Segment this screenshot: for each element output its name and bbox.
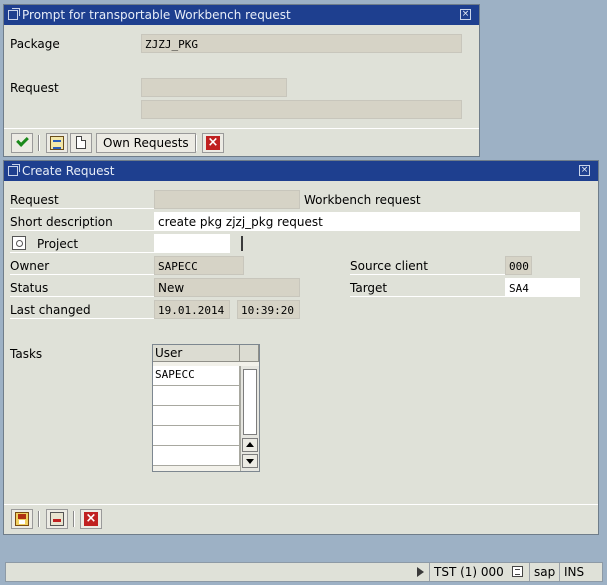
- save-icon: [15, 512, 29, 526]
- status-field: New: [154, 278, 300, 297]
- request-label: Request: [10, 191, 154, 209]
- table-row[interactable]: [153, 406, 240, 426]
- close-icon[interactable]: ×: [579, 165, 590, 176]
- arrow-down-icon: [246, 459, 254, 464]
- request-list-button[interactable]: [46, 133, 68, 153]
- last-changed-date-field: 19.01.2014: [154, 300, 230, 319]
- save-button[interactable]: [11, 509, 33, 529]
- cancel-icon: ×: [206, 135, 220, 150]
- prompt-request-field[interactable]: [141, 78, 287, 97]
- status-bar: TST (1) 000 sap INS: [5, 562, 603, 582]
- cancel-create-button[interactable]: ×: [80, 509, 102, 529]
- table-row[interactable]: [153, 426, 240, 446]
- scroll-down-button[interactable]: [242, 454, 258, 468]
- package-field[interactable]: ZJZJ_PKG: [141, 34, 462, 53]
- list-icon: [50, 136, 64, 150]
- prompt-request-label: Request: [10, 81, 59, 95]
- create-request-titlebar[interactable]: Create Request ×: [4, 161, 598, 181]
- prompt-dialog-toolbar: Own Requests ×: [4, 128, 479, 156]
- last-changed-label: Last changed: [10, 301, 154, 319]
- column-settings-header[interactable]: [240, 345, 259, 362]
- create-request-button[interactable]: [70, 133, 92, 153]
- owner-label: Owner: [10, 257, 154, 275]
- source-client-field: 000: [505, 256, 532, 275]
- create-request-toolbar: ×: [4, 504, 598, 532]
- tasks-table: User SAPECC: [152, 344, 260, 472]
- system-info: TST (1) 000: [429, 563, 529, 581]
- details-icon[interactable]: [512, 566, 523, 577]
- prompt-dialog-titlebar[interactable]: Prompt for transportable Workbench reque…: [4, 5, 479, 25]
- system-info-text: TST (1) 000: [434, 565, 504, 579]
- server-name: sap: [529, 563, 559, 581]
- owner-field: SAPECC: [154, 256, 244, 275]
- text-cursor: [241, 236, 243, 251]
- confirm-button[interactable]: [11, 133, 33, 153]
- project-label: Project: [10, 235, 154, 253]
- status-label: Status: [10, 279, 154, 297]
- delete-task-button[interactable]: [46, 509, 68, 529]
- user-column-header[interactable]: User: [153, 345, 240, 362]
- new-document-icon: [76, 136, 86, 149]
- cancel-button[interactable]: ×: [202, 133, 224, 153]
- window-icon: [8, 166, 18, 176]
- window-icon: [8, 10, 18, 20]
- check-icon: [16, 134, 29, 147]
- request-type-text: Workbench request: [304, 193, 421, 207]
- table-row[interactable]: [153, 386, 240, 406]
- arrow-up-icon: [246, 442, 254, 447]
- target-input[interactable]: SA4: [505, 278, 580, 297]
- toolbar-separator: [195, 135, 197, 151]
- target-label: Target: [350, 279, 505, 297]
- toolbar-separator: [73, 511, 75, 527]
- table-row[interactable]: SAPECC: [153, 366, 240, 386]
- delete-line-icon: [50, 512, 64, 526]
- short-description-input[interactable]: create pkg zjzj_pkg request: [154, 212, 580, 231]
- create-request-title: Create Request: [22, 164, 115, 178]
- prompt-dialog-title: Prompt for transportable Workbench reque…: [22, 8, 291, 22]
- close-icon[interactable]: ×: [460, 9, 471, 20]
- play-icon[interactable]: [417, 567, 424, 577]
- toolbar-separator: [38, 511, 40, 527]
- prompt-dialog: Prompt for transportable Workbench reque…: [3, 4, 480, 157]
- tasks-label: Tasks: [10, 347, 43, 361]
- scroll-up-button[interactable]: [242, 438, 258, 452]
- short-description-label: Short description: [10, 213, 154, 231]
- scrollbar-thumb[interactable]: [243, 369, 257, 435]
- own-requests-button[interactable]: Own Requests: [96, 133, 196, 153]
- input-mode: INS: [559, 563, 602, 581]
- tasks-vertical-scrollbar[interactable]: [240, 366, 259, 471]
- toolbar-separator: [38, 135, 40, 151]
- package-label: Package: [10, 37, 60, 51]
- last-changed-time-field: 10:39:20: [237, 300, 300, 319]
- source-client-label: Source client: [350, 257, 505, 275]
- request-number-field: [154, 190, 300, 209]
- prompt-request-description-field[interactable]: [141, 100, 462, 119]
- project-input[interactable]: [154, 234, 230, 253]
- create-request-dialog: Create Request × Request Workbench reque…: [3, 160, 599, 535]
- table-row[interactable]: [153, 446, 240, 466]
- cancel-icon: ×: [84, 511, 98, 526]
